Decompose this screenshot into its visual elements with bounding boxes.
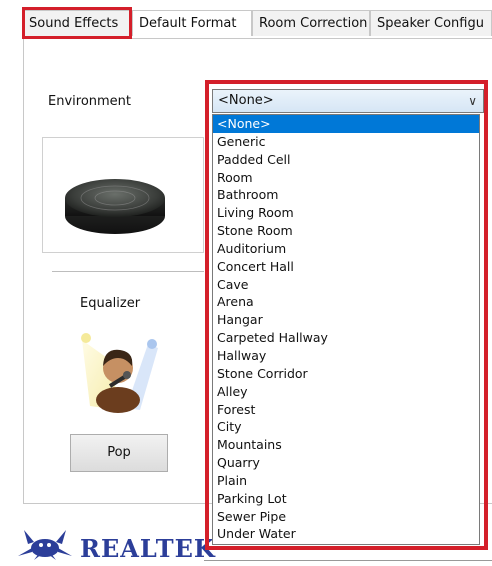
tab-room-correction[interactable]: Room Correction <box>252 10 370 36</box>
realtek-brand-text: REALTEK <box>80 534 216 563</box>
singer-microphone-icon <box>80 330 170 418</box>
dropdown-highlight-annotation <box>205 80 488 550</box>
environment-stone-icon <box>65 179 165 234</box>
environment-label: Environment <box>48 94 132 109</box>
tab-highlight-annotation <box>22 7 132 39</box>
equalizer-label: Equalizer <box>80 296 141 311</box>
tab-speaker-configuration[interactable]: Speaker Configu <box>370 10 492 36</box>
realtek-crab-logo-icon <box>14 526 76 562</box>
environment-preview <box>42 137 204 253</box>
section-divider <box>52 271 204 272</box>
equalizer-preset-button[interactable]: Pop <box>70 434 168 472</box>
tab-default-format[interactable]: Default Format <box>132 10 252 36</box>
footer-divider <box>204 560 492 561</box>
